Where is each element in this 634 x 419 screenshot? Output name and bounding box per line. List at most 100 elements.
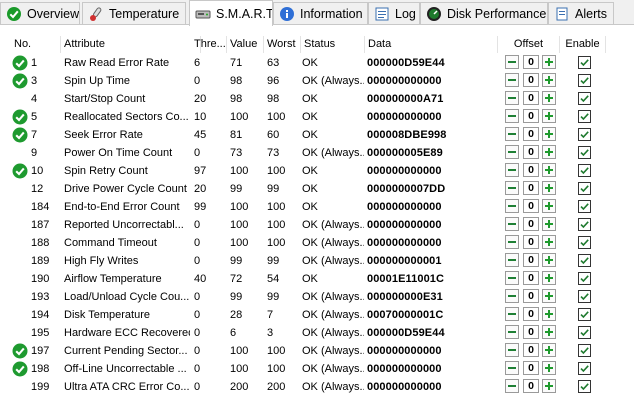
offset-increment-button[interactable]: [542, 325, 556, 339]
enable-checkbox[interactable]: [578, 164, 591, 177]
offset-increment-button[interactable]: [542, 127, 556, 141]
offset-increment-button[interactable]: [542, 307, 556, 321]
offset-input[interactable]: 0: [523, 325, 539, 339]
table-row[interactable]: 10 Spin Retry Count 97 100 100 OK 000000000000…: [11, 162, 606, 180]
offset-decrement-button[interactable]: [505, 343, 519, 357]
tab-disk-performance[interactable]: Disk Performance: [420, 2, 548, 24]
offset-decrement-button[interactable]: [505, 181, 519, 195]
table-row[interactable]: 187 Reported Uncorrectabl... 0 100 100 OK (Al…: [11, 216, 606, 234]
offset-decrement-button[interactable]: [505, 307, 519, 321]
table-row[interactable]: 1 Raw Read Error Rate 6 71 63 OK 000000D59E44 0: [11, 54, 606, 72]
offset-decrement-button[interactable]: [505, 379, 519, 393]
table-row[interactable]: 194 Disk Temperature 0 28 7 OK (Always... 0007…: [11, 306, 606, 324]
offset-increment-button[interactable]: [542, 145, 556, 159]
offset-increment-button[interactable]: [542, 109, 556, 123]
offset-decrement-button[interactable]: [505, 253, 519, 267]
offset-increment-button[interactable]: [542, 73, 556, 87]
offset-decrement-button[interactable]: [505, 55, 519, 69]
table-row[interactable]: 5 Reallocated Sectors Co... 10 100 100 OK 0000…: [11, 108, 606, 126]
enable-checkbox[interactable]: [578, 308, 591, 321]
tab-overview[interactable]: Overview: [0, 2, 80, 24]
table-row[interactable]: 195 Hardware ECC Recovered 0 6 3 OK (Always..…: [11, 324, 606, 342]
offset-decrement-button[interactable]: [505, 325, 519, 339]
offset-input[interactable]: 0: [523, 289, 539, 303]
enable-checkbox[interactable]: [578, 344, 591, 357]
offset-decrement-button[interactable]: [505, 91, 519, 105]
offset-input[interactable]: 0: [523, 181, 539, 195]
column-header-offset[interactable]: Offset: [498, 36, 560, 53]
enable-checkbox[interactable]: [578, 74, 591, 87]
column-header-value[interactable]: Value: [227, 36, 264, 53]
table-row[interactable]: 12 Drive Power Cycle Count 20 99 99 OK 0000000…: [11, 180, 606, 198]
enable-checkbox[interactable]: [578, 56, 591, 69]
offset-decrement-button[interactable]: [505, 127, 519, 141]
offset-increment-button[interactable]: [542, 217, 556, 231]
offset-input[interactable]: 0: [523, 163, 539, 177]
offset-input[interactable]: 0: [523, 217, 539, 231]
enable-checkbox[interactable]: [578, 200, 591, 213]
enable-checkbox[interactable]: [578, 146, 591, 159]
offset-increment-button[interactable]: [542, 271, 556, 285]
offset-decrement-button[interactable]: [505, 217, 519, 231]
offset-input[interactable]: 0: [523, 343, 539, 357]
table-row[interactable]: 189 High Fly Writes 0 99 99 OK (Always... 0000…: [11, 252, 606, 270]
offset-input[interactable]: 0: [523, 379, 539, 393]
table-row[interactable]: 9 Power On Time Count 0 73 73 OK (Always... 00…: [11, 144, 606, 162]
tab-temperature[interactable]: Temperature: [82, 2, 186, 24]
column-header-status[interactable]: Status: [301, 36, 365, 53]
table-row[interactable]: 197 Current Pending Sector... 0 100 100 OK (A…: [11, 342, 606, 360]
offset-decrement-button[interactable]: [505, 163, 519, 177]
enable-checkbox[interactable]: [578, 92, 591, 105]
column-header-threshold[interactable]: Thre...: [191, 36, 227, 53]
table-row[interactable]: 7 Seek Error Rate 45 81 60 OK 000008DBE998 0: [11, 126, 606, 144]
table-row[interactable]: 190 Airflow Temperature 40 72 54 OK 00001E1100…: [11, 270, 606, 288]
column-header-enable[interactable]: Enable: [560, 36, 606, 53]
offset-increment-button[interactable]: [542, 289, 556, 303]
offset-increment-button[interactable]: [542, 379, 556, 393]
tab-alerts[interactable]: Alerts: [548, 2, 614, 24]
offset-decrement-button[interactable]: [505, 73, 519, 87]
table-row[interactable]: 184 End-to-End Error Count 99 100 100 OK 00000…: [11, 198, 606, 216]
offset-increment-button[interactable]: [542, 199, 556, 213]
column-header-no[interactable]: No.: [11, 36, 61, 53]
enable-checkbox[interactable]: [578, 290, 591, 303]
offset-increment-button[interactable]: [542, 361, 556, 375]
column-header-data[interactable]: Data: [365, 36, 498, 53]
offset-increment-button[interactable]: [542, 163, 556, 177]
offset-input[interactable]: 0: [523, 199, 539, 213]
table-row[interactable]: 198 Off-Line Uncorrectable ... 0 100 100 OK (…: [11, 360, 606, 378]
enable-checkbox[interactable]: [578, 110, 591, 123]
enable-checkbox[interactable]: [578, 362, 591, 375]
offset-decrement-button[interactable]: [505, 271, 519, 285]
enable-checkbox[interactable]: [578, 254, 591, 267]
offset-input[interactable]: 0: [523, 271, 539, 285]
offset-input[interactable]: 0: [523, 253, 539, 267]
offset-decrement-button[interactable]: [505, 109, 519, 123]
table-row[interactable]: 3 Spin Up Time 0 98 96 OK (Always... 000000000…: [11, 72, 606, 90]
enable-checkbox[interactable]: [578, 218, 591, 231]
enable-checkbox[interactable]: [578, 182, 591, 195]
offset-input[interactable]: 0: [523, 109, 539, 123]
enable-checkbox[interactable]: [578, 326, 591, 339]
offset-input[interactable]: 0: [523, 73, 539, 87]
table-row[interactable]: 188 Command Timeout 0 100 100 OK (Always... 00…: [11, 234, 606, 252]
table-row[interactable]: 199 Ultra ATA CRC Error Co... 0 200 200 OK (A…: [11, 378, 606, 396]
offset-decrement-button[interactable]: [505, 235, 519, 249]
offset-increment-button[interactable]: [542, 55, 556, 69]
offset-decrement-button[interactable]: [505, 145, 519, 159]
offset-increment-button[interactable]: [542, 91, 556, 105]
offset-decrement-button[interactable]: [505, 361, 519, 375]
offset-increment-button[interactable]: [542, 343, 556, 357]
offset-input[interactable]: 0: [523, 361, 539, 375]
enable-checkbox[interactable]: [578, 128, 591, 141]
offset-input[interactable]: 0: [523, 235, 539, 249]
offset-increment-button[interactable]: [542, 253, 556, 267]
offset-input[interactable]: 0: [523, 145, 539, 159]
offset-input[interactable]: 0: [523, 307, 539, 321]
enable-checkbox[interactable]: [578, 236, 591, 249]
column-header-attribute[interactable]: Attribute: [61, 36, 201, 53]
tab-log[interactable]: Log: [368, 2, 420, 24]
offset-input[interactable]: 0: [523, 55, 539, 69]
enable-checkbox[interactable]: [578, 272, 591, 285]
table-row[interactable]: 4 Start/Stop Count 20 98 98 OK 000000000A71 0: [11, 90, 606, 108]
